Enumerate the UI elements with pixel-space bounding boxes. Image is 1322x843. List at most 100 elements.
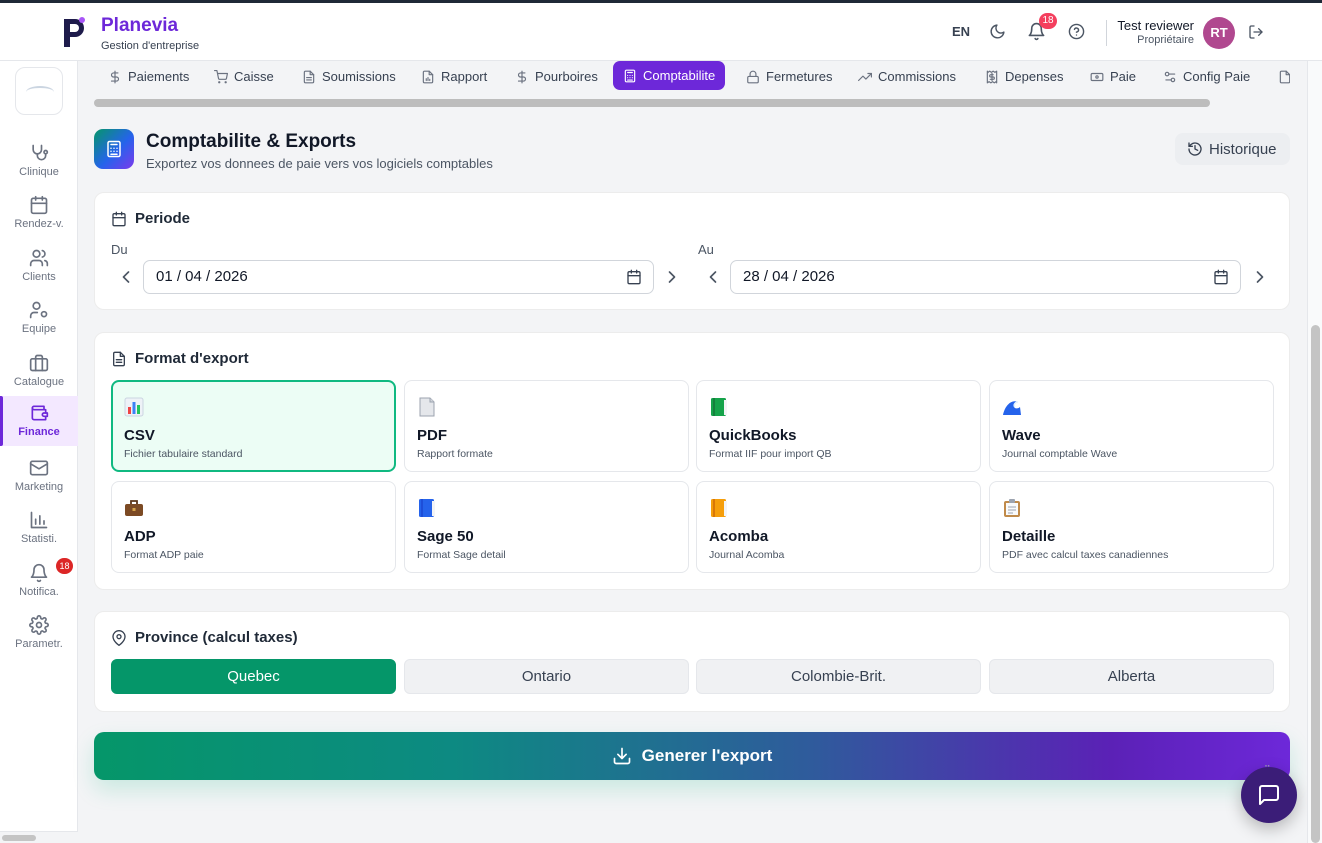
export-format-title: Format d'export <box>135 350 249 367</box>
sidebar-item-label: Clients <box>22 271 56 283</box>
tab-caisse[interactable]: Caisse <box>204 62 284 91</box>
calendar-icon <box>111 211 127 227</box>
tab-label: Fermetures <box>766 69 833 84</box>
format-name: CSV <box>124 427 155 444</box>
chevron-right-icon[interactable] <box>662 267 682 287</box>
period-title: Periode <box>135 210 191 227</box>
user-role: Propriétaire <box>1137 34 1194 46</box>
sidebar-item-label: Statisti. <box>20 533 58 545</box>
generate-export-button[interactable]: Generer l'export <box>94 732 1290 780</box>
sidebar: Clinique Rendez-v. Clients Equipe Catalo… <box>0 61 78 843</box>
calendar-picker-icon[interactable] <box>1213 269 1229 285</box>
finance-tabs: Paiements Caisse Soumissions Rapport Pou… <box>94 61 1290 97</box>
history-icon <box>1188 142 1202 156</box>
sidebar-item-clients[interactable]: Clients <box>0 244 78 294</box>
tab-label: Caisse <box>234 69 274 84</box>
format-option-wave[interactable]: Wave Journal comptable Wave <box>989 380 1274 472</box>
sidebar-item-clinique[interactable]: Clinique <box>0 139 78 189</box>
tab-label: Depenses <box>1005 69 1064 84</box>
format-option-adp[interactable]: ADP Format ADP paie <box>111 481 396 573</box>
sidebar-item-statistiques[interactable]: Statisti. <box>0 506 78 556</box>
sidebar-item-marketing[interactable]: Marketing <box>0 454 78 504</box>
tab-rapport[interactable]: Rapport <box>411 62 497 91</box>
tab-label: Comptabilite <box>643 68 716 83</box>
chat-icon <box>1259 785 1279 805</box>
bell-icon <box>29 563 49 583</box>
sidebar-horizontal-scrollbar[interactable] <box>0 831 78 843</box>
format-name: Detaille <box>1002 528 1056 545</box>
tab-paiements[interactable]: Paiements <box>98 62 199 91</box>
tab-paie[interactable]: Paie <box>1080 62 1146 91</box>
tab-comptabilite[interactable]: Comptabilite <box>613 61 726 90</box>
format-desc: Rapport formate <box>417 448 493 460</box>
sidebar-item-equipe[interactable]: Equipe <box>0 296 78 346</box>
chevron-right-icon[interactable] <box>1250 267 1270 287</box>
sidebar-item-label: Notifica. <box>19 586 59 598</box>
tab-overflow[interactable] <box>1268 62 1290 91</box>
format-option-acomba[interactable]: Acomba Journal Acomba <box>696 481 981 573</box>
sidebar-item-label: Parametr. <box>15 638 63 650</box>
avatar[interactable]: RT <box>1203 17 1235 49</box>
chevron-left-icon[interactable] <box>116 267 136 287</box>
clinic-logo[interactable] <box>15 67 63 115</box>
format-option-csv[interactable]: CSV Fichier tabulaire standard <box>111 380 396 472</box>
blue-book-emoji-icon <box>417 498 437 518</box>
dark-mode-icon[interactable] <box>989 23 1006 40</box>
sidebar-item-label: Finance <box>18 426 60 438</box>
tab-label: Rapport <box>441 69 488 84</box>
page-subtitle: Exportez vos donnees de paie vers vos lo… <box>146 156 493 171</box>
cart-icon <box>214 69 228 84</box>
province-option-alberta[interactable]: Alberta <box>989 659 1274 694</box>
sidebar-item-rendez-vous[interactable]: Rendez-v. <box>0 191 78 241</box>
sidebar-notification-badge: 18 <box>56 558 73 574</box>
tabs-scrollbar[interactable] <box>94 97 1290 109</box>
format-option-quickbooks[interactable]: QuickBooks Format IIF pour import QB <box>696 380 981 472</box>
from-label: Du <box>111 242 128 257</box>
green-book-emoji-icon <box>709 397 729 417</box>
tab-pourboires[interactable]: Pourboires <box>505 62 608 91</box>
document-icon <box>302 70 316 84</box>
format-name: QuickBooks <box>709 427 797 444</box>
province-option-quebec[interactable]: Quebec <box>111 659 396 694</box>
chat-button[interactable] <box>1241 767 1297 823</box>
format-option-detaille[interactable]: Detaille PDF avec calcul taxes canadienn… <box>989 481 1274 573</box>
tab-label: Soumissions <box>322 69 396 84</box>
province-option-ontario[interactable]: Ontario <box>404 659 689 694</box>
tab-config-paie[interactable]: Config Paie <box>1153 62 1260 91</box>
tab-label: Commissions <box>878 69 957 84</box>
period-card: Periode Du 01 / 04 / 2026 Au 28 / 04 / 2… <box>94 192 1290 310</box>
chevron-left-icon[interactable] <box>703 267 723 287</box>
page-vertical-scrollbar[interactable] <box>1307 61 1322 843</box>
to-date-field[interactable]: 28 / 04 / 2026 <box>730 260 1241 294</box>
lock-icon <box>746 70 760 84</box>
sidebar-item-notifications[interactable]: 18 Notifica. <box>0 558 78 609</box>
tab-depenses[interactable]: Depenses <box>975 62 1074 91</box>
sliders-icon <box>1163 70 1177 84</box>
logout-icon[interactable] <box>1248 24 1264 40</box>
help-icon[interactable] <box>1068 23 1085 40</box>
format-desc: Format Sage detail <box>417 549 506 561</box>
format-name: Acomba <box>709 528 769 545</box>
tab-fermetures[interactable]: Fermetures <box>736 62 842 91</box>
tab-label: Pourboires <box>535 69 598 84</box>
province-option-colombie-brit[interactable]: Colombie-Brit. <box>696 659 981 694</box>
tab-commissions[interactable]: Commissions <box>848 62 966 91</box>
history-button[interactable]: Historique <box>1175 133 1290 165</box>
sidebar-item-catalogue[interactable]: Catalogue <box>0 349 78 399</box>
format-option-sage-50[interactable]: Sage 50 Format Sage detail <box>404 481 689 573</box>
clipboard-emoji-icon <box>1002 498 1022 518</box>
from-date-field[interactable]: 01 / 04 / 2026 <box>143 260 654 294</box>
sidebar-item-parametres[interactable]: Parametr. <box>0 611 78 661</box>
tab-soumissions[interactable]: Soumissions <box>292 62 406 91</box>
format-option-pdf[interactable]: PDF Rapport formate <box>404 380 689 472</box>
planevia-logo-icon[interactable] <box>60 15 88 49</box>
calculator-icon <box>623 69 637 83</box>
report-icon <box>421 70 435 84</box>
language-toggle[interactable]: EN <box>952 24 970 39</box>
sidebar-item-finance[interactable]: Finance <box>0 396 78 446</box>
format-desc: Format IIF pour import QB <box>709 448 832 460</box>
calendar-picker-icon[interactable] <box>626 269 642 285</box>
header-separator <box>1106 20 1107 46</box>
format-desc: Journal Acomba <box>709 549 785 561</box>
sidebar-item-label: Equipe <box>21 323 57 335</box>
